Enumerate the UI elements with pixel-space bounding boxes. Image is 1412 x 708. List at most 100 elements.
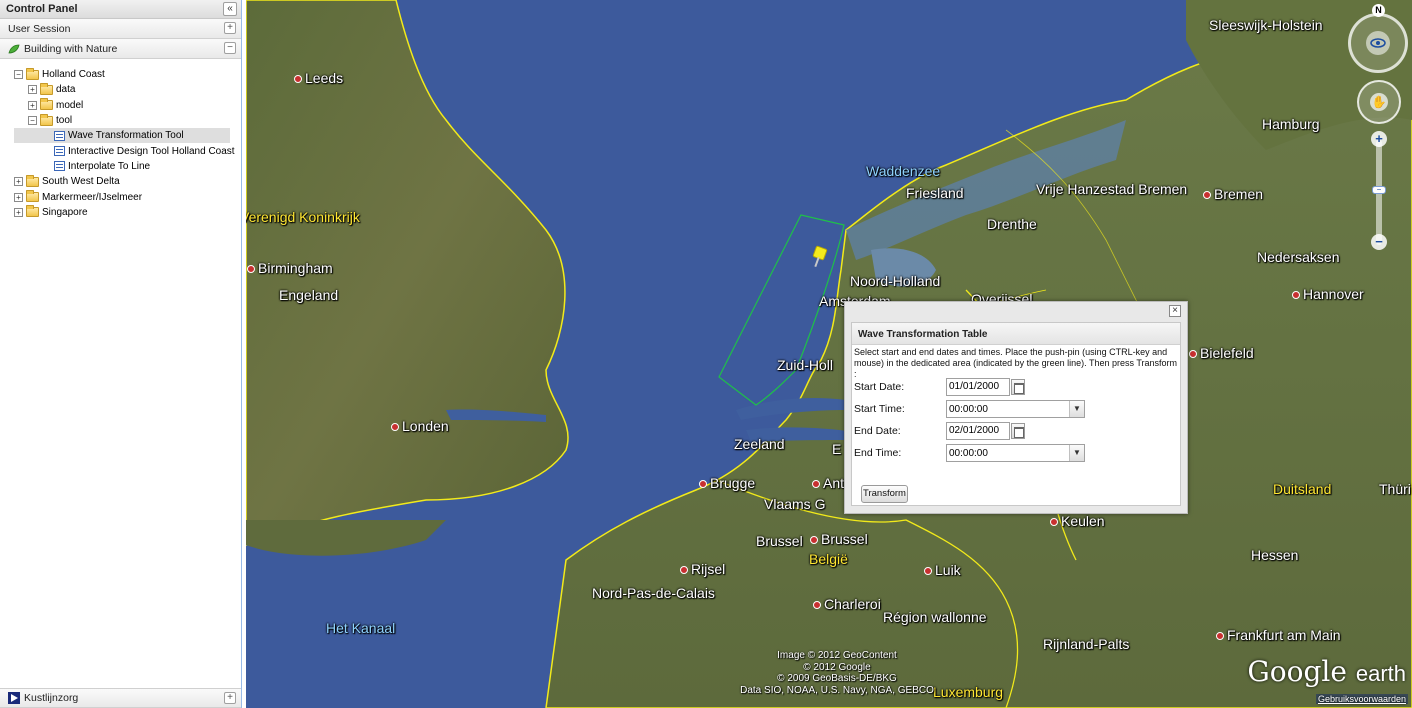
map-label-brussel-nl: Brussel — [756, 533, 803, 549]
expand-toggle-icon[interactable]: + — [28, 85, 37, 95]
collapse-toggle-icon[interactable]: − — [28, 116, 37, 126]
close-icon[interactable]: × — [1169, 305, 1181, 317]
map-label-friesland: Friesland — [906, 185, 964, 201]
map-label-nedersaksen: Nedersaksen — [1257, 249, 1340, 265]
expand-toggle-icon[interactable]: + — [14, 207, 23, 217]
start-date-input[interactable]: 01/01/2000 — [946, 378, 1010, 396]
map-label-nord-pas-de-calais: Nord-Pas-de-Calais — [592, 585, 715, 601]
zoom-in-button[interactable]: + — [1371, 131, 1387, 147]
expand-toggle-icon[interactable]: + — [28, 100, 37, 110]
chevron-down-icon[interactable]: ▼ — [1069, 401, 1084, 417]
map-label-belgie: België — [809, 551, 848, 567]
map-label-luik: Luik — [924, 562, 961, 578]
tree-node-label: Wave Transformation Tool — [68, 130, 184, 142]
logo-google: Google — [1247, 655, 1347, 688]
tree-node-label: tool — [56, 115, 73, 127]
calendar-icon[interactable] — [1011, 423, 1025, 439]
section-kustlijnzorg[interactable]: Kustlijnzorg + — [0, 688, 241, 708]
map-label-noord-holland: Noord-Holland — [850, 273, 941, 289]
dialog-title: Wave Transformation Table — [852, 323, 1180, 345]
tree-node-holland-coast[interactable]: − Holland Coast — [14, 67, 241, 82]
map-label-charleroi: Charleroi — [813, 596, 881, 612]
tree-node-singapore[interactable]: + Singapore — [14, 205, 241, 220]
map-label-het-kanaal: Het Kanaal — [326, 620, 396, 636]
map-label-verenigd-koninkrijk: Verenigd Koninkrijk — [246, 209, 360, 225]
terms-link[interactable]: Gebruiksvoorwaarden — [1315, 694, 1408, 704]
zoom-slider-thumb[interactable]: − — [1372, 186, 1386, 194]
map-label-bielefeld: Bielefeld — [1189, 345, 1254, 361]
google-earth-map[interactable]: Leeds Verenigd Koninkrijk Birmingham Eng… — [246, 0, 1412, 708]
tree-node-interactive-design-tool[interactable]: Interactive Design Tool Holland Coast — [14, 143, 241, 158]
map-label-brussel: Brussel — [810, 531, 868, 547]
north-indicator[interactable]: N — [1372, 4, 1385, 17]
tree-node-label: data — [56, 84, 76, 96]
end-date-row: End Date: 02/01/2000 — [854, 422, 1174, 440]
expand-toggle-icon[interactable]: + — [14, 177, 23, 187]
tree-node-data[interactable]: + data — [14, 82, 241, 97]
transform-button[interactable]: Transform — [861, 485, 908, 503]
dialog-body: Wave Transformation Table Select start a… — [851, 322, 1181, 506]
tree-node-south-west-delta[interactable]: + South West Delta — [14, 174, 241, 189]
start-time-select[interactable]: 00:00:00 ▼ — [946, 400, 1085, 418]
section-label: Kustlijnzorg — [24, 692, 79, 704]
tree-node-label: Interpolate To Line — [68, 160, 151, 172]
tree-node-label: model — [56, 99, 84, 111]
section-label: User Session — [8, 22, 71, 35]
collapse-toggle-icon[interactable]: − — [14, 70, 23, 80]
map-copyright: Image © 2012 GeoContent © 2012 Google © … — [722, 650, 952, 696]
folder-icon — [26, 190, 39, 203]
copyright-line: Data SIO, NOAA, U.S. Navy, NGA, GEBCO — [740, 684, 934, 696]
copyright-line: © 2009 GeoBasis-DE/BKG — [777, 673, 897, 684]
map-label-engeland: Engeland — [279, 287, 339, 303]
map-label-waddenzee: Waddenzee — [866, 163, 941, 179]
zoom-out-button[interactable]: − — [1371, 234, 1387, 250]
tree-node-tool[interactable]: − tool — [14, 113, 241, 128]
wave-transformation-dialog: × Wave Transformation Table Select start… — [844, 301, 1188, 514]
end-date-input[interactable]: 02/01/2000 — [946, 422, 1010, 440]
map-label-keulen: Keulen — [1050, 513, 1105, 529]
eye-icon — [1366, 31, 1390, 55]
logo-earth: earth — [1355, 661, 1406, 686]
tree-node-wave-transformation-tool[interactable]: Wave Transformation Tool — [14, 128, 230, 144]
tool-document-icon — [54, 161, 65, 172]
tree-node-interpolate-to-line[interactable]: Interpolate To Line — [14, 159, 241, 174]
expand-toggle-icon[interactable]: + — [14, 192, 23, 202]
map-label-ant: Ant — [812, 475, 844, 491]
end-time-value: 00:00:00 — [949, 447, 988, 459]
map-label-hannover: Hannover — [1292, 286, 1364, 302]
tool-document-icon — [54, 146, 65, 157]
end-time-label: End Time: — [854, 447, 902, 459]
tree-node-label: Markermeer/IJselmeer — [42, 191, 143, 203]
expand-icon[interactable]: + — [224, 692, 236, 704]
end-time-row: End Time: 00:00:00 ▼ — [854, 444, 1174, 462]
collapse-icon[interactable]: − — [224, 42, 236, 54]
folder-icon — [40, 98, 53, 111]
look-around-control[interactable] — [1348, 13, 1408, 73]
tree-node-markermeer[interactable]: + Markermeer/IJselmeer — [14, 189, 241, 204]
tree-node-label: Holland Coast — [42, 69, 105, 81]
section-label: Building with Nature — [24, 42, 118, 55]
folder-icon — [26, 205, 39, 218]
end-time-select[interactable]: 00:00:00 ▼ — [946, 444, 1085, 462]
calendar-icon[interactable] — [1011, 379, 1025, 395]
map-label-hessen: Hessen — [1251, 547, 1299, 563]
section-user-session[interactable]: User Session + — [0, 19, 241, 39]
map-label-drenthe: Drenthe — [987, 216, 1037, 232]
map-label-region-wallonne: Région wallonne — [883, 609, 987, 625]
start-time-row: Start Time: 00:00:00 ▼ — [854, 400, 1174, 418]
folder-open-icon — [40, 113, 53, 126]
collapse-panel-button[interactable]: « — [223, 2, 237, 16]
folder-icon — [26, 174, 39, 187]
map-label-birmingham: Birmingham — [247, 260, 333, 276]
expand-icon[interactable]: + — [224, 22, 236, 34]
start-time-label: Start Time: — [854, 403, 905, 415]
section-building-with-nature[interactable]: Building with Nature − — [0, 39, 241, 59]
project-tree: − Holland Coast + data + model − tool Wa… — [0, 59, 241, 220]
tree-node-model[interactable]: + model — [14, 98, 241, 113]
map-label-sleeswijk-holstein: Sleeswijk-Holstein — [1209, 17, 1323, 33]
panel-bottom: Kustlijnzorg + — [0, 688, 241, 708]
chevron-down-icon[interactable]: ▼ — [1069, 445, 1084, 461]
control-panel-title: Control Panel — [6, 3, 78, 15]
move-control[interactable]: ✋ — [1357, 80, 1401, 124]
end-date-label: End Date: — [854, 425, 901, 437]
